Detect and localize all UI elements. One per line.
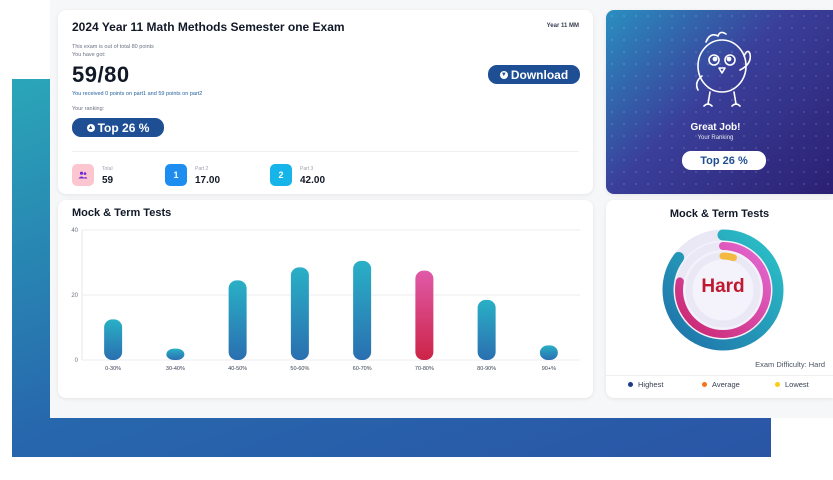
x-tick-label: 0-30% [105,366,121,372]
bar-chart: 0 20 40 0-30% 30-40% 40-50% 50-60% 60-70% 70-80%… [71,228,580,372]
stat-part3-label: Part 3 [300,166,314,172]
legend-lowest: Lowest [775,380,809,389]
divider [72,151,579,152]
points-received-text: You received 0 points on part1 and 59 po… [72,91,203,97]
x-tick-label: 60-70% [353,366,372,372]
ring-chart-card: Mock & Term Tests Hard Exam Difficulty: … [606,200,833,398]
download-label: Download [510,67,569,82]
number-two-icon: 2 [270,164,292,186]
great-job-ranking-badge: Top 26 % [682,151,766,170]
number-one-icon: 1 [165,164,187,186]
great-job-card: Great Job! Your Ranking Top 26 % [606,10,833,194]
exam-score: 59/80 [72,62,130,87]
stat-total-value: 59 [102,175,114,186]
x-tick-label: 70-80% [415,366,434,372]
great-job-subtitle: Your Ranking [697,135,734,141]
bar-80-90% [477,299,496,360]
x-tick-label: 90+% [542,366,556,372]
ranking-value: Top 26 % [97,120,150,135]
exam-difficulty-text: Exam Difficulty: Hard [755,360,825,369]
bar-70-80% [415,270,434,360]
x-tick-label: 80-90% [477,366,496,372]
bar-0-30% [104,319,123,360]
legend-average: Average [702,380,740,389]
x-tick-label: 30-40% [166,366,185,372]
bar-60-70% [353,260,372,360]
legend-highest-label: Highest [638,380,664,389]
legend-lowest-label: Lowest [785,380,809,389]
legend-highest: Highest [628,380,663,389]
difficulty-center-label: Hard [701,276,745,297]
legend-dot [702,382,707,387]
bar-40-50% [228,280,247,360]
year-tag: Year 11 MM [546,23,579,29]
download-button[interactable]: ▼ Download [488,65,580,84]
y-tick-label: 40 [71,228,78,234]
exam-title: 2024 Year 11 Math Methods Semester one E… [72,20,345,34]
x-tick-label: 50-60% [290,366,309,372]
you-have-got-text: You have got: [72,52,106,58]
users-icon [72,164,94,186]
y-tick-label: 20 [71,293,78,299]
great-job-title: Great Job! [690,122,741,133]
exam-out-of-text: This exam is out of total 80 points [72,44,154,50]
bird-mascot-icon [695,31,752,107]
stat-part2-label: Part 2 [195,166,209,172]
exam-summary-card: 2024 Year 11 Math Methods Semester one E… [58,10,593,194]
x-tick-label: 40-50% [228,366,247,372]
y-tick-label: 0 [75,358,79,364]
stat-part3-value: 42.00 [300,175,326,186]
legend-dot [628,382,633,387]
ring-chart-title: Mock & Term Tests [669,208,770,220]
bar-30-40% [166,348,185,360]
bar-chart-card: Mock & Term Tests 0 20 40 0-30% 30-40% 40-50%… [58,200,593,398]
stat-total-label: Total [102,166,113,172]
stat-part2-value: 17.00 [195,175,221,186]
arrow-up-icon: ▲ [86,123,95,132]
ranking-label: Your ranking: [72,106,105,112]
download-icon: ▼ [499,70,508,79]
legend-divider [606,375,833,376]
legend-dot [775,382,780,387]
bar-90+% [539,345,558,360]
ranking-badge: ▲ Top 26 % [72,118,164,137]
legend-average-label: Average [712,380,740,389]
bar-50-60% [290,267,309,360]
